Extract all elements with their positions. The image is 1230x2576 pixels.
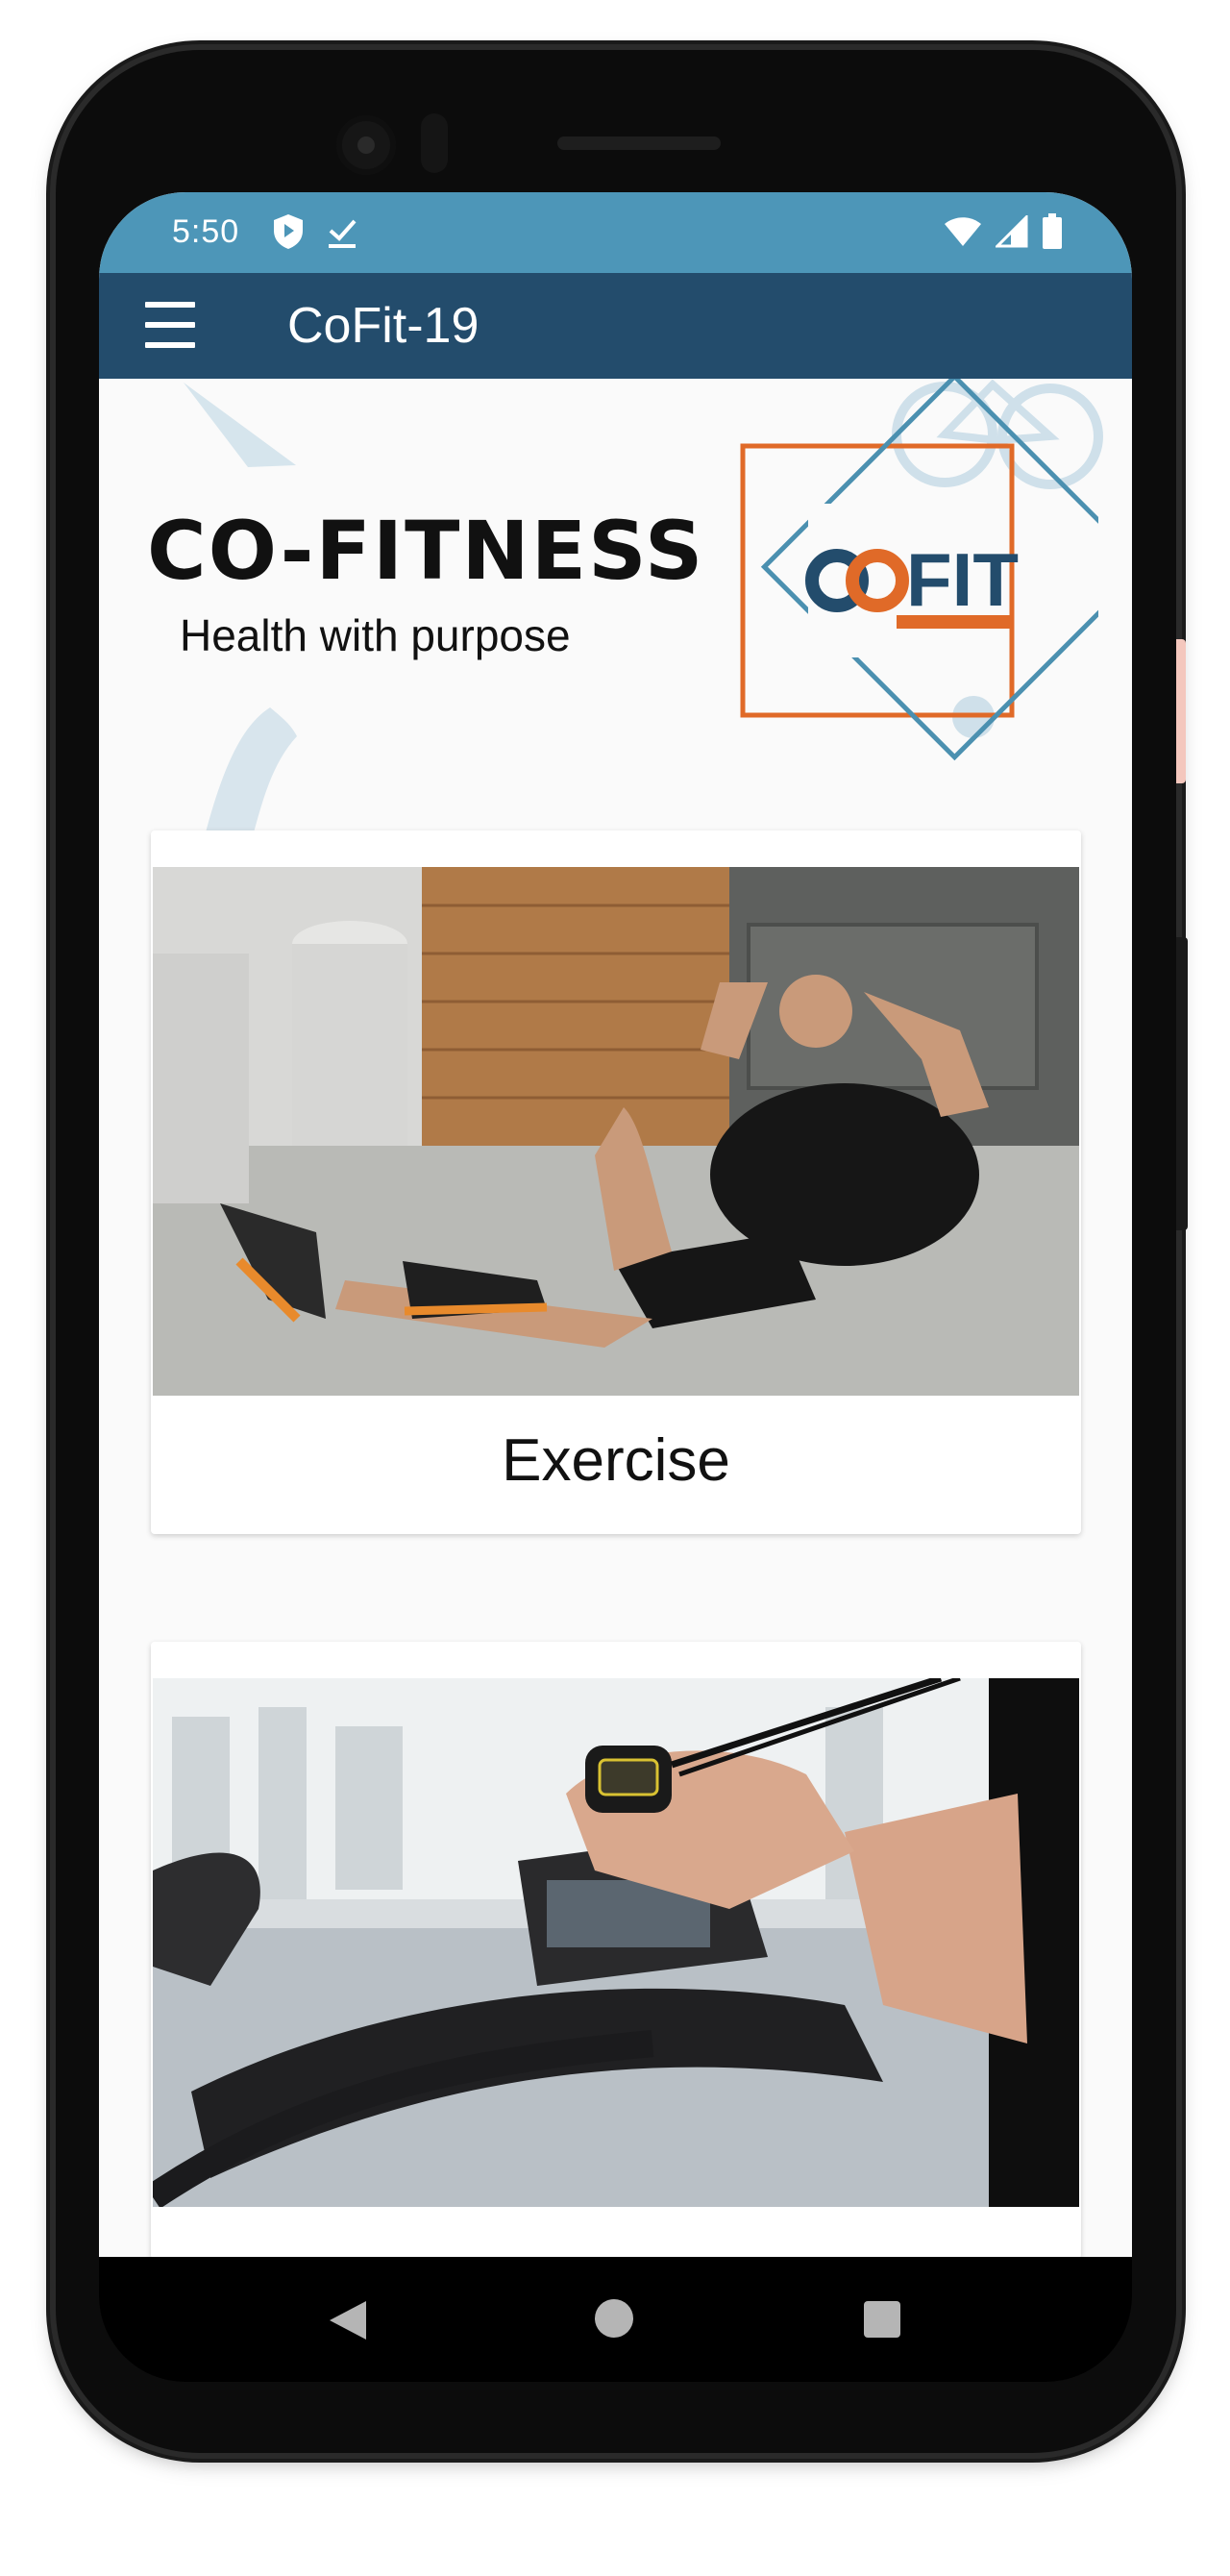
- app-bar: CoFit-19: [99, 273, 1132, 379]
- signal-icon: [994, 213, 1028, 253]
- back-icon[interactable]: [328, 2299, 368, 2345]
- exercise-card-label: Exercise: [502, 1427, 730, 1494]
- wifi-icon: [944, 215, 982, 253]
- proximity-sensor: [421, 113, 448, 173]
- shield-icon: [272, 213, 305, 255]
- main-content[interactable]: CO-FITNESS Health with purpose FIT Exerc…: [99, 379, 1132, 2259]
- brand-title: CO-FITNESS: [147, 504, 705, 598]
- status-icons-right: [944, 213, 1063, 255]
- navigation-bar: [99, 2257, 1132, 2382]
- app-title: CoFit-19: [287, 298, 480, 354]
- brand-subtitle: Health with purpose: [180, 610, 571, 660]
- screen: 5:50 CoFit-19 CO-FITNESS Health with pur…: [99, 192, 1132, 2259]
- cofit-logo: FIT: [740, 379, 1098, 761]
- recents-icon[interactable]: [864, 2301, 900, 2338]
- download-done-icon: [326, 213, 358, 255]
- status-bar: 5:50: [99, 192, 1132, 273]
- exercise-card[interactable]: Exercise: [151, 830, 1081, 1534]
- volume-button: [1176, 639, 1186, 783]
- status-time: 5:50: [172, 213, 240, 250]
- home-icon[interactable]: [595, 2299, 633, 2338]
- front-camera: [336, 115, 396, 175]
- stopwatch-image: [153, 1678, 1079, 2207]
- hamburger-menu-icon[interactable]: [145, 302, 195, 348]
- battery-icon: [1042, 213, 1063, 255]
- timer-card[interactable]: [151, 1642, 1081, 2259]
- status-icons-left: [272, 213, 358, 255]
- logo-text: FIT: [906, 537, 1019, 622]
- power-button: [1176, 937, 1188, 1230]
- exercise-image: [153, 867, 1079, 1396]
- earpiece-speaker: [557, 136, 721, 150]
